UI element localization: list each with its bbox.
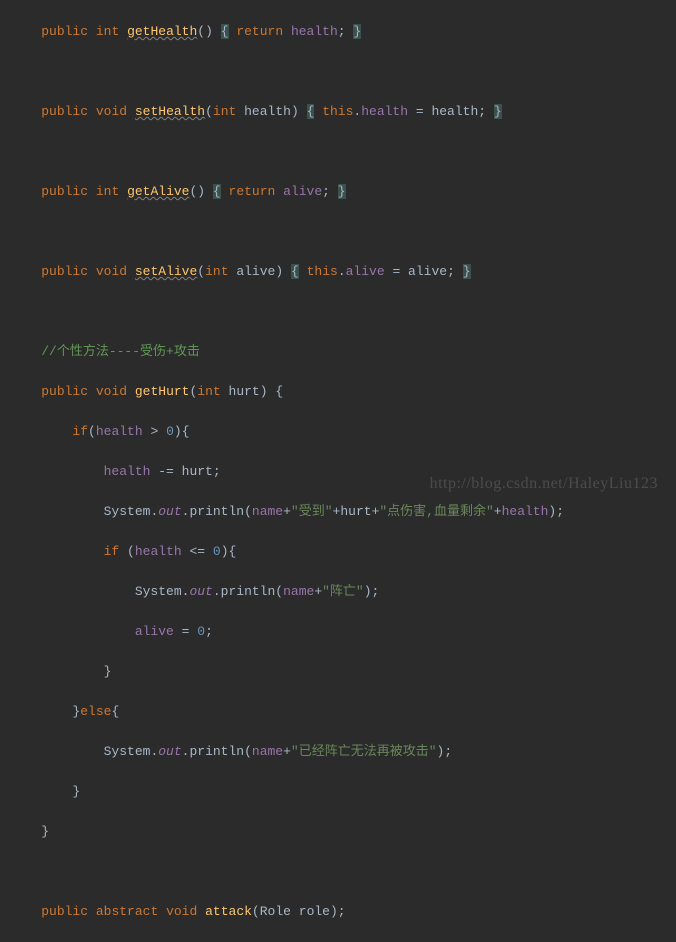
method-getAlive: getAlive xyxy=(127,184,189,199)
code-line: public void getHurt(int hurt) { xyxy=(0,382,676,402)
code-line: } xyxy=(0,782,676,802)
code-line: //个性方法----受伤+攻击 xyxy=(0,342,676,362)
code-line xyxy=(0,62,676,82)
code-line xyxy=(0,222,676,242)
code-line: System.out.println(name+"已经阵亡无法再被攻击"); xyxy=(0,742,676,762)
watermark-url: http://blog.csdn.net/HaleyLiu123 xyxy=(430,475,658,492)
keyword-public: public xyxy=(41,24,88,39)
code-line: public void setAlive(int alive) { this.a… xyxy=(0,262,676,282)
code-line: System.out.println(name+"受到"+hurt+"点伤害,血… xyxy=(0,502,676,522)
keyword-int: int xyxy=(96,24,119,39)
code-line: } xyxy=(0,822,676,842)
method-attack: attack xyxy=(205,904,252,919)
code-line xyxy=(0,862,676,882)
watermark: http://blog.csdn.net/HaleyLiu123 xyxy=(430,474,658,494)
code-line: public int getAlive() { return alive; } xyxy=(0,182,676,202)
code-line: public abstract void attack(Role role); xyxy=(0,902,676,922)
code-line xyxy=(0,302,676,322)
code-line: } xyxy=(0,662,676,682)
code-line: System.out.println(name+"阵亡"); xyxy=(0,582,676,602)
code-line: public void setHealth(int health) { this… xyxy=(0,102,676,122)
code-line: if(health > 0){ xyxy=(0,422,676,442)
code-line: if (health <= 0){ xyxy=(0,542,676,562)
code-editor[interactable]: public int getHealth() { return health; … xyxy=(0,0,676,942)
method-getHurt: getHurt xyxy=(135,384,190,399)
code-line xyxy=(0,142,676,162)
method-setHealth: setHealth xyxy=(135,104,205,119)
code-line: public int getHealth() { return health; … xyxy=(0,22,676,42)
code-line: alive = 0; xyxy=(0,622,676,642)
method-getHealth: getHealth xyxy=(127,24,197,39)
code-line: }else{ xyxy=(0,702,676,722)
method-setAlive: setAlive xyxy=(135,264,197,279)
comment: //个性方法----受伤+攻击 xyxy=(41,344,200,359)
